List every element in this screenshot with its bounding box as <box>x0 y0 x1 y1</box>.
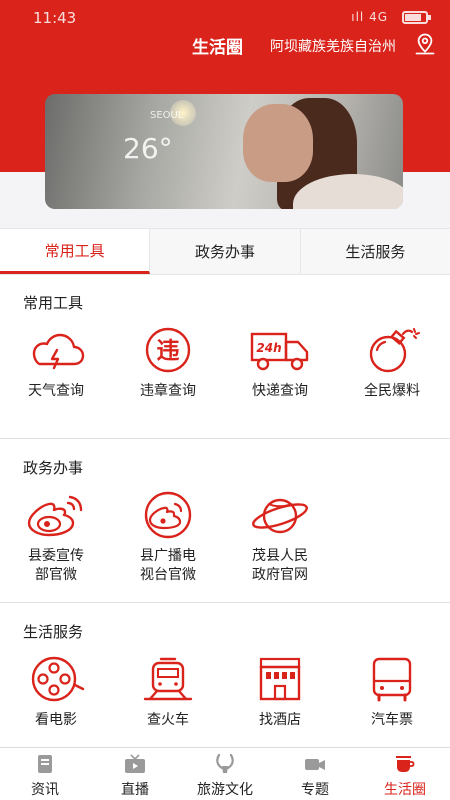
tool-report[interactable]: 全民爆料 <box>336 326 448 401</box>
banner-temperature: 26° <box>123 132 173 165</box>
gov-label-line: 部官微 <box>35 567 77 583</box>
nav-tourism[interactable]: 旅游文化 <box>180 748 270 800</box>
svg-text:违: 违 <box>157 338 180 364</box>
location-label[interactable]: 阿坝藏族羌族自治州 <box>270 36 396 56</box>
status-bar: 11:43 ıll 4G <box>0 0 450 34</box>
tools-section: 常用工具 天气查询 违 违章查询 24h 快递查询 全民爆料 <box>0 276 450 438</box>
section-title: 生活服务 <box>23 623 84 641</box>
section-title: 常用工具 <box>23 294 84 312</box>
nav-news[interactable]: 资讯 <box>0 748 90 800</box>
nav-topics[interactable]: 专题 <box>270 748 360 800</box>
nav-live[interactable]: 直播 <box>90 748 180 800</box>
life-label: 查火车 <box>147 712 189 728</box>
nav-label: 旅游文化 <box>197 782 253 798</box>
section-title: 政务办事 <box>23 459 84 477</box>
nav-label: 资讯 <box>31 782 59 798</box>
page-title: 生活圈 <box>192 38 243 58</box>
tool-label: 违章查询 <box>140 383 196 399</box>
network-type: 4G <box>369 10 388 24</box>
coffee-cup-icon <box>396 756 415 772</box>
globe-icon <box>252 498 308 534</box>
banner-image[interactable]: SEOUL 26° <box>45 94 403 209</box>
life-label: 找酒店 <box>259 712 301 728</box>
bottom-nav: 资讯 直播 旅游文化 专题 生活圈 <box>0 747 450 800</box>
tab-life[interactable]: 生活服务 <box>300 229 450 274</box>
gov-section: 政务办事 县委宣传 部官微 县广播电 视台官微 茂县人民 政府官网 <box>0 441 450 602</box>
nav-life-circle[interactable]: 生活圈 <box>360 748 450 800</box>
section-divider <box>0 602 450 603</box>
nav-label: 专题 <box>301 782 329 798</box>
life-label: 看电影 <box>35 712 77 728</box>
battery-icon <box>402 11 431 24</box>
tv-icon <box>125 754 145 773</box>
train-icon <box>143 657 193 701</box>
bus-icon <box>372 657 412 702</box>
life-grid: 看电影 查火车 找酒店 汽车票 <box>0 655 450 730</box>
tools-grid: 天气查询 违 违章查询 24h 快递查询 全民爆料 <box>0 326 450 401</box>
film-reel-icon <box>31 656 85 702</box>
gov-label-line: 视台官微 <box>140 567 196 583</box>
hotel-icon <box>259 657 301 701</box>
delivery-truck-icon: 24h <box>250 332 309 371</box>
banner-person-face <box>243 104 313 182</box>
life-label: 汽车票 <box>371 712 413 728</box>
life-section: 生活服务 看电影 查火车 找酒店 汽车票 <box>0 605 450 747</box>
news-icon <box>38 755 52 773</box>
life-bus[interactable]: 汽车票 <box>336 655 448 730</box>
signal-icon: ıll <box>351 10 370 24</box>
status-time: 11:43 <box>33 9 77 27</box>
gov-label: 县广播电 视台官微 <box>140 547 196 585</box>
tool-weather[interactable]: 天气查询 <box>0 326 112 401</box>
tool-label: 天气查询 <box>28 383 84 399</box>
category-tabs: 常用工具 政务办事 生活服务 <box>0 228 450 275</box>
nav-label: 生活圈 <box>384 782 426 798</box>
life-hotel[interactable]: 找酒店 <box>224 655 336 730</box>
tool-label: 快递查询 <box>252 383 308 399</box>
tool-delivery[interactable]: 24h 快递查询 <box>224 326 336 401</box>
gov-label-line: 县广播电 <box>140 548 196 564</box>
gov-label-line: 茂县人民 <box>252 548 308 564</box>
weather-cloud-icon <box>32 333 85 370</box>
video-camera-icon <box>305 759 325 770</box>
tab-gov[interactable]: 政务办事 <box>150 229 301 274</box>
gov-propaganda-weibo[interactable]: 县委宣传 部官微 <box>0 491 112 585</box>
violation-icon: 违 <box>145 327 191 373</box>
location-pin-icon[interactable] <box>413 32 437 56</box>
tab-tools[interactable]: 常用工具 <box>0 229 151 274</box>
gov-county-website[interactable]: 茂县人民 政府官网 <box>224 491 336 585</box>
gov-label-line: 县委宣传 <box>28 548 84 564</box>
life-movie[interactable]: 看电影 <box>0 655 112 730</box>
weibo-icon <box>144 491 192 539</box>
gov-label-line: 政府官网 <box>252 567 308 583</box>
gov-label: 茂县人民 政府官网 <box>252 547 308 585</box>
banner-city: SEOUL <box>150 110 184 121</box>
tool-violation[interactable]: 违 违章查询 <box>112 326 224 401</box>
section-divider <box>0 438 450 439</box>
bomb-icon <box>369 328 420 373</box>
gov-label: 县委宣传 部官微 <box>28 547 84 585</box>
gov-grid: 县委宣传部官微 县广播电视台官微 茂县人民政府官网 <box>0 491 450 585</box>
tool-label: 全民爆料 <box>364 383 420 399</box>
nav-label: 直播 <box>121 782 149 798</box>
life-train[interactable]: 查火车 <box>112 655 224 730</box>
weibo-icon <box>27 495 83 537</box>
gov-broadcast-weibo[interactable]: 县广播电 视台官微 <box>112 491 224 585</box>
svg-text:24h: 24h <box>256 341 281 355</box>
antelope-icon <box>216 754 234 773</box>
network-indicator: ıll 4G <box>351 10 388 24</box>
